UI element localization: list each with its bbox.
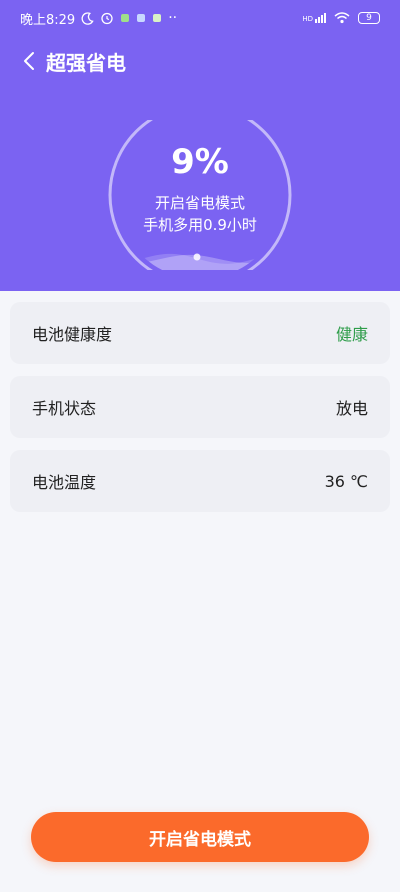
row-value: 健康 [335,325,368,344]
moon-icon [81,11,94,25]
enable-power-saving-button[interactable]: 开启省电模式 [31,812,369,862]
signal-icon: HD [302,13,326,23]
row-label: 电池温度 [32,473,97,492]
chevron-left-icon [24,52,34,70]
page-title: 超强省电 [46,50,126,75]
extra-usage-text: 手机多用0.9小时 [143,216,257,234]
status-bar: 晚上8:29 ·· HD 9 [0,0,400,36]
row-label: 电池健康度 [32,325,113,344]
alarm-icon [101,12,113,25]
row-label: 手机状态 [32,399,97,418]
status-right: HD 9 [302,12,380,24]
list-item: 电池温度 36 ℃ [10,450,390,512]
app-notification-icon [121,14,130,22]
list-item: 电池健康度 健康 [10,302,390,364]
power-mode-text: 开启省电模式 [154,194,245,212]
app-notification-icon [153,14,162,22]
list-item: 手机状态 放电 [10,376,390,438]
network-type: HD [302,15,313,23]
wifi-icon [334,12,350,24]
gauge-indicator-dot [193,253,201,261]
row-value: 放电 [335,399,368,418]
more-icon: ·· [168,10,178,26]
status-left: 晚上8:29 ·· [20,9,177,28]
title-bar: 超强省电 [0,44,400,78]
status-time: 晚上8:29 [20,12,76,28]
row-value: 36 ℃ [324,471,368,491]
app-notification-icon [137,14,146,22]
battery-percent: 9% [171,142,229,182]
battery-gauge: 9% 开启省电模式 手机多用0.9小时 [105,120,295,270]
gauge-text: 9% 开启省电模式 手机多用0.9小时 [105,140,295,236]
header-panel: 晚上8:29 ·· HD 9 超强省电 9% 开启省电模式 手机多用0.9小时 [0,0,400,291]
battery-indicator: 9 [358,12,380,24]
back-button[interactable] [16,47,42,75]
battery-info-list: 电池健康度 健康 手机状态 放电 电池温度 36 ℃ [10,302,390,524]
